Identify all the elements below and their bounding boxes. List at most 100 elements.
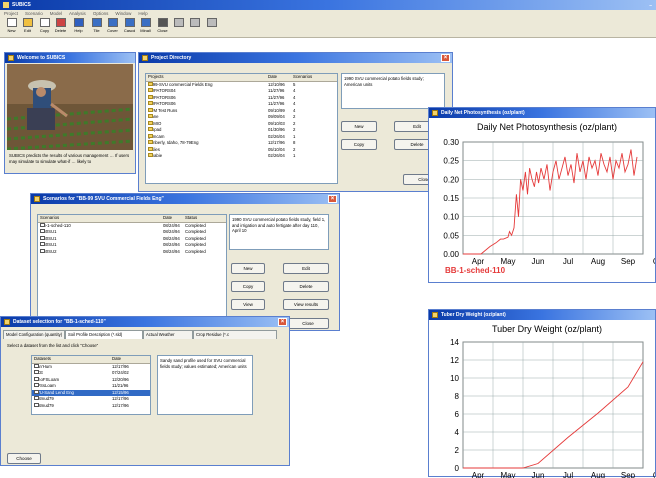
cell-text: Completed (185, 229, 206, 234)
scenario-view-results-button[interactable]: View results (283, 299, 329, 310)
edit-icon (22, 18, 33, 27)
folder-icon (148, 88, 153, 92)
folder-icon (148, 146, 153, 151)
cell-text: 11/27/96 (268, 101, 285, 106)
table-row[interactable]: Rutmud79 12/17/96 (32, 402, 150, 410)
toolbar-button-edit[interactable]: Edit (19, 16, 36, 35)
column-header[interactable]: Date (163, 215, 183, 222)
y-tick-label: 0.00 (443, 250, 459, 259)
cell: 02/26/04 (268, 153, 291, 160)
toolbar-button-tile[interactable]: Tile (88, 16, 105, 35)
welcome-text: SUBICS predicts the results of various m… (9, 153, 130, 164)
x-tick-label: Apr (472, 257, 485, 266)
tab-1[interactable]: Soil Profile Description (*.sld) (65, 330, 143, 339)
x-tick-label: May (500, 257, 515, 266)
cell-text: 4 (293, 94, 296, 100)
close-all-icon (157, 18, 168, 27)
cell-text: Completed (185, 242, 206, 247)
scenario-list[interactable]: Scenarios Date Status BB-1-sched-110 08/24/9… (37, 214, 227, 326)
cell: Completed (185, 249, 225, 256)
toolbar-button-new[interactable]: New (3, 16, 20, 35)
cell-text: 1 (293, 153, 296, 158)
scenario-view-button[interactable]: View (231, 299, 265, 310)
toolbar-button-delete[interactable]: Delete (52, 16, 69, 35)
document-icon (40, 235, 45, 240)
x-tick-label: Oc (653, 257, 655, 266)
scenario-edit-button[interactable]: Edit (283, 263, 329, 274)
cell-text: 4 (293, 101, 296, 106)
column-header[interactable]: Projects (148, 74, 266, 81)
document-icon (40, 222, 45, 227)
welcome-titlebar: Welcome to SUBICS (5, 53, 135, 63)
column-header[interactable]: Scenarios (293, 74, 333, 81)
cell-text: 12/17/96 (268, 140, 285, 145)
toolbar-button-cover[interactable]: Cover (104, 16, 121, 35)
window-icon (4, 319, 10, 325)
cell-text: 11/27/96 (268, 88, 285, 93)
column-header[interactable]: Date (268, 74, 291, 81)
project-copy-button[interactable]: Copy (341, 139, 377, 150)
cell-text: 2 (293, 114, 296, 119)
cover-icon (107, 18, 118, 27)
cell-text: 07/24/02 (112, 370, 129, 375)
toolbar-button-extra-10[interactable] (170, 16, 187, 35)
tab-0[interactable]: Model Configuration (quantity) (3, 330, 65, 339)
close-icon[interactable]: × (328, 195, 337, 203)
dataset-list[interactable]: DatasetsDateDan'Hum12/17/96DCE07/24/02Hi… (31, 355, 151, 415)
project-list[interactable]: Projects Date Scenarios 1999-SVU commercial… (145, 73, 338, 184)
scenario-new-button[interactable]: New (231, 263, 265, 274)
table-row[interactable]: Swabie 02/26/04 1 (146, 153, 337, 160)
column-header[interactable]: Scenarios (40, 215, 161, 222)
cell-text: SVU-Sand Lend Eng (34, 389, 74, 395)
cell-text: 08/24/94 (163, 222, 180, 228)
column-header[interactable]: Date (112, 356, 150, 363)
project-description-text: 1990 SVU commercial potato fields study;… (344, 76, 424, 87)
list-header: Datasets Date (32, 356, 150, 364)
folder-icon (148, 120, 153, 125)
project-directory-window: Project Directory × Projects Date Scenarios… (138, 52, 453, 192)
cell-text: 2 (293, 120, 296, 126)
tuber-chart-window: Tuber Dry Weight (oz/plant) Tuber Dry We… (428, 309, 656, 478)
toolbar-button-close[interactable]: Close (154, 16, 171, 35)
y-tick-label: 4 (455, 428, 460, 437)
close-icon[interactable]: × (278, 318, 287, 326)
toolbar-button-help[interactable]: Help (70, 16, 87, 35)
toolbar-label: Help (74, 28, 83, 33)
toolbar-button-extra-11[interactable] (186, 16, 203, 35)
cell-text: 12/20/96 (112, 376, 129, 382)
toolbar-button-minall[interactable]: Minall (137, 16, 154, 35)
scenario-description-text: 1990 SVU commercial potato fields study,… (232, 217, 326, 233)
toolbar-label: Minall (140, 28, 151, 33)
project-description: 1990 SVU commercial potato fields study;… (341, 73, 445, 109)
photosynthesis-titlebar: Daily Net Photosynthesis (oz/plant) (429, 108, 655, 118)
column-header[interactable]: Datasets (34, 356, 110, 363)
project-titlebar: Project Directory × (139, 53, 452, 63)
toolbar-button-cascd[interactable]: Cascd (121, 16, 138, 35)
cell-text: 02/26/04 (268, 153, 285, 158)
cell-text: 11/27/96 (268, 94, 285, 100)
cell-text: 11/21/96 (112, 383, 129, 388)
column-header[interactable]: Status (185, 215, 225, 222)
toolbar-button-copy[interactable]: Copy (36, 16, 53, 35)
folder-icon (148, 140, 153, 144)
folder-icon (148, 133, 153, 138)
toolbar-label: Cascd (123, 28, 136, 33)
grid-icon (206, 18, 217, 27)
close-icon[interactable]: × (441, 54, 450, 62)
cell-text: 1999-SVU commercial Fields Eng (148, 81, 213, 87)
toolbar-label: Cover (107, 28, 118, 33)
chart-title: Daily Net Photosynthesis (oz/plant) (477, 122, 617, 132)
project-new-button[interactable]: New (341, 121, 377, 132)
scenario-copy-button[interactable]: Copy (231, 281, 265, 292)
tab-2[interactable]: Actual Weather (143, 330, 193, 339)
scenario-close-button[interactable]: Close (287, 318, 329, 329)
table-row[interactable]: BB0SU2 08/24/94 Completed (38, 248, 226, 256)
document-icon (34, 389, 39, 394)
tab-3[interactable]: Crop Residue (*.c (193, 330, 277, 339)
chart-title: Tuber Dry Weight (oz/plant) (492, 324, 602, 334)
cell-text: 5 (293, 81, 296, 87)
toolbar-button-extra-12[interactable] (203, 16, 220, 35)
scenario-delete-button[interactable]: Delete (283, 281, 329, 292)
choose-button[interactable]: Choose (7, 453, 41, 464)
dataset-selection-window: Dataset selection for "BB-1-sched-110" × … (0, 316, 290, 466)
